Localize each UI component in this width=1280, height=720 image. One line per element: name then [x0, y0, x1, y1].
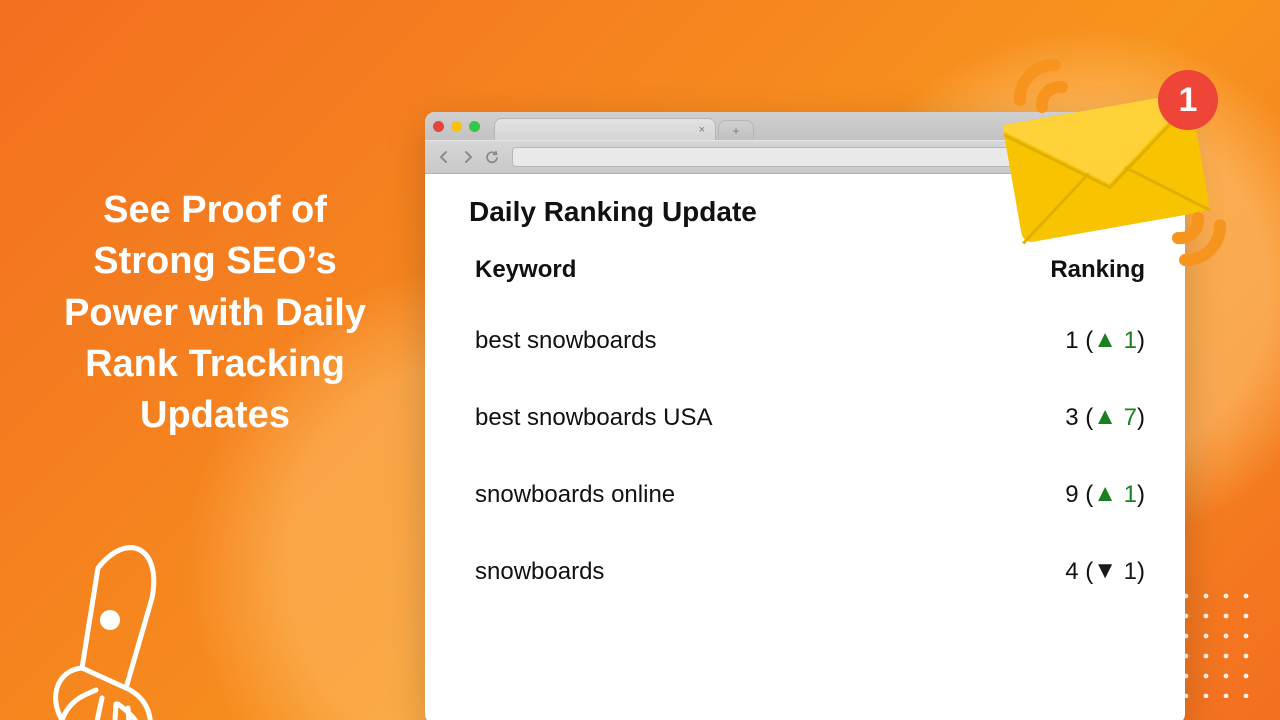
up-change: ▲ 1 — [1093, 327, 1137, 354]
down-triangle-icon: ▼ — [1093, 557, 1117, 585]
browser-tab[interactable]: × — [494, 118, 716, 140]
ranking-table: Keyword Ranking best snowboards1 (▲ 1)be… — [469, 256, 1151, 610]
headline: See Proof of Strong SEO’s Power with Dai… — [60, 185, 370, 441]
table-row: snowboards 4 (▼ 1) — [469, 533, 1151, 610]
table-header: Keyword Ranking — [469, 256, 1151, 302]
ranking-cell: 4 (▼ 1) — [1065, 557, 1145, 586]
ranking-cell: 9 (▲ 1) — [1065, 480, 1145, 509]
col-keyword: Keyword — [475, 256, 576, 284]
up-change: ▲ 7 — [1093, 404, 1137, 431]
sound-arcs-icon — [1150, 210, 1240, 280]
ranking-cell: 3 (▲ 7) — [1065, 403, 1145, 432]
keyword-cell: snowboards — [475, 558, 604, 586]
up-triangle-icon: ▲ — [1093, 403, 1117, 431]
new-tab-button[interactable]: + — [718, 120, 754, 140]
keyword-cell: best snowboards — [475, 327, 656, 355]
table-row: best snowboards USA 3 (▲ 7) — [469, 379, 1151, 456]
table-row: best snowboards 1 (▲ 1) — [469, 302, 1151, 379]
keyword-cell: best snowboards USA — [475, 404, 712, 432]
window-controls — [433, 112, 480, 140]
back-icon[interactable] — [437, 150, 451, 164]
up-triangle-icon: ▲ — [1093, 326, 1117, 354]
col-ranking: Ranking — [1050, 256, 1145, 284]
rocket-icon — [30, 520, 200, 720]
up-triangle-icon: ▲ — [1093, 480, 1117, 508]
minimize-window-dot[interactable] — [451, 121, 462, 132]
plus-icon: + — [732, 124, 739, 138]
table-row: snowboards online 9 (▲ 1) — [469, 456, 1151, 533]
tab-close-icon[interactable]: × — [699, 124, 705, 136]
reload-icon[interactable] — [485, 150, 500, 165]
close-window-dot[interactable] — [433, 121, 444, 132]
badge-count: 1 — [1179, 81, 1198, 119]
up-change: ▲ 1 — [1093, 481, 1137, 508]
promo-stage: See Proof of Strong SEO’s Power with Dai… — [0, 0, 1280, 720]
forward-icon[interactable] — [461, 150, 475, 164]
keyword-cell: snowboards online — [475, 481, 675, 509]
nav-buttons — [437, 150, 500, 165]
maximize-window-dot[interactable] — [469, 121, 480, 132]
down-change: ▼ 1 — [1093, 558, 1137, 585]
ranking-cell: 1 (▲ 1) — [1065, 326, 1145, 355]
